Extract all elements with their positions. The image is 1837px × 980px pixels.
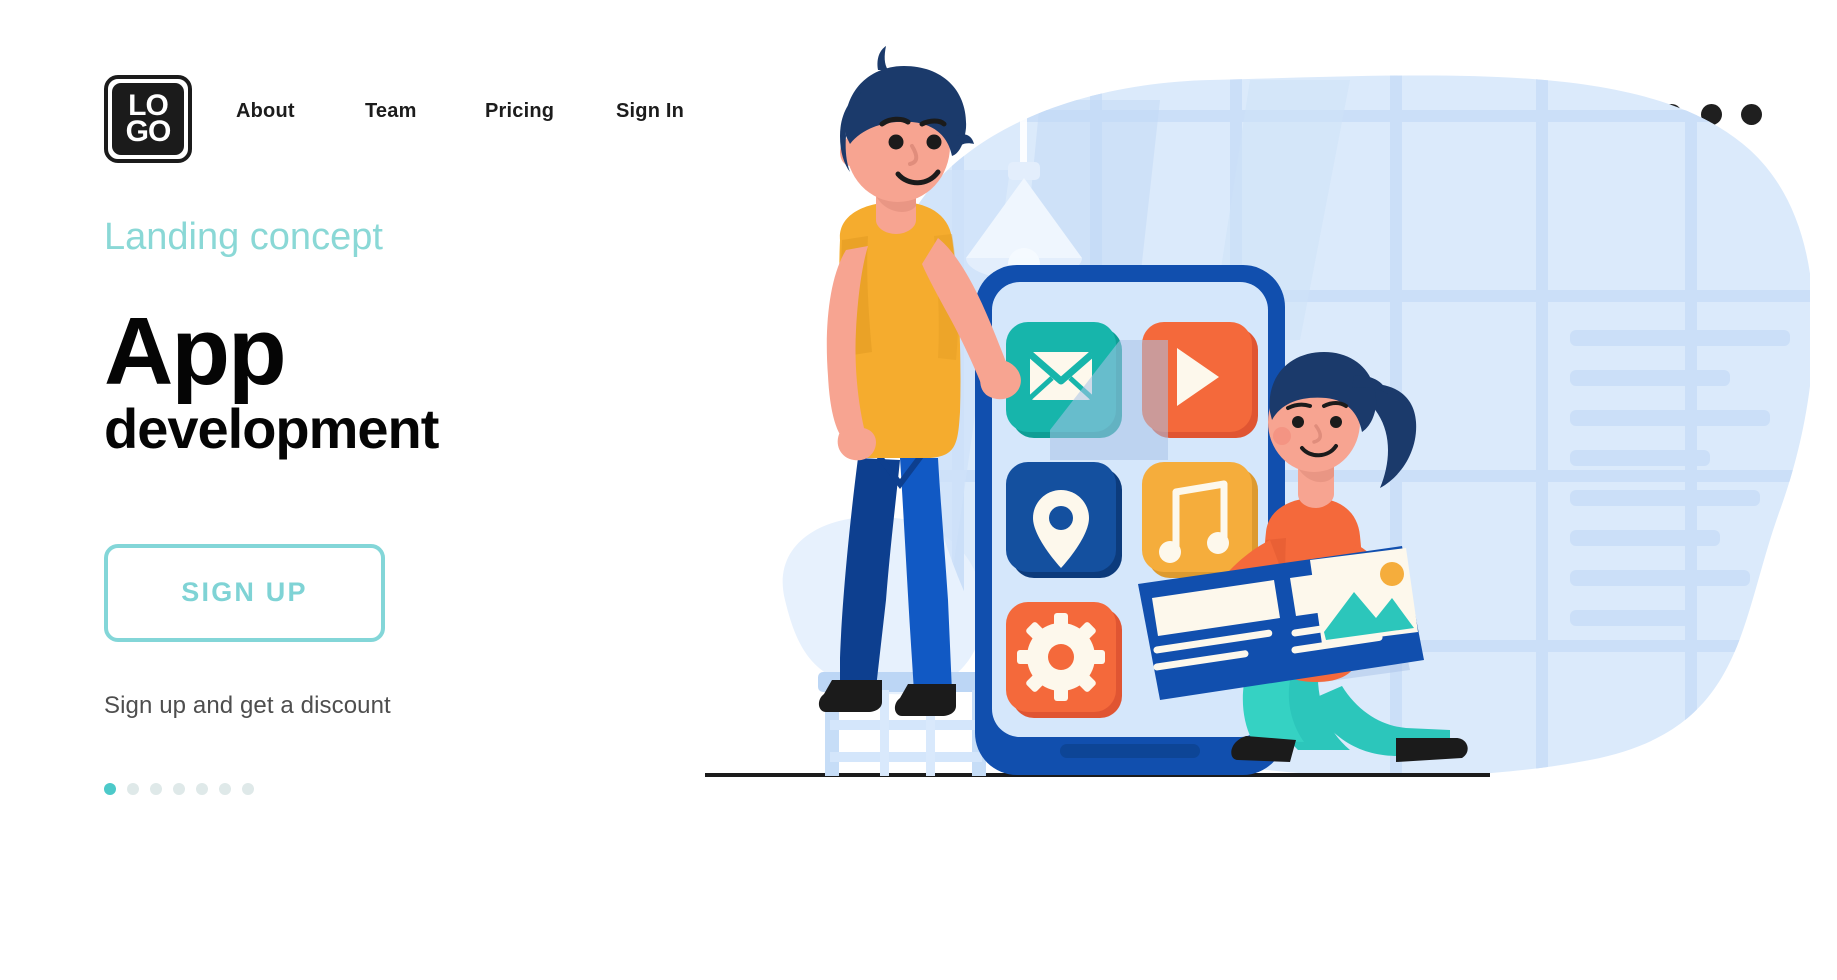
sign-up-note: Sign up and get a discount — [104, 691, 391, 719]
carousel-dot-7[interactable] — [242, 782, 254, 795]
app-development-illustration — [690, 40, 1810, 840]
carousel-dot-6[interactable] — [219, 782, 231, 795]
page-subtitle: development — [104, 396, 439, 460]
nav-item-about[interactable]: About — [236, 100, 365, 123]
settings-gear-app-icon — [1006, 602, 1122, 718]
logo-line-2: GO — [125, 115, 172, 148]
location-app-icon — [1006, 462, 1122, 578]
carousel-dot-4[interactable] — [173, 782, 185, 795]
logo-inner: LO GO — [112, 83, 184, 155]
carousel-dot-3[interactable] — [150, 782, 162, 795]
carousel-dot-1[interactable] — [104, 782, 116, 795]
sign-up-button-label: SIGN UP — [181, 577, 308, 608]
nav-item-pricing[interactable]: Pricing — [485, 100, 616, 123]
carousel-dots — [104, 782, 744, 795]
logo[interactable]: LO GO — [104, 75, 192, 163]
main-navigation: About Team Pricing Sign In — [236, 100, 736, 123]
card-image-thumb — [1310, 548, 1418, 644]
sign-up-button[interactable]: SIGN UP — [104, 543, 385, 642]
carousel-dot-5[interactable] — [196, 782, 208, 795]
carousel-dot-2[interactable] — [127, 782, 139, 795]
hero-content: Landing concept App development SIGN UP … — [104, 215, 744, 795]
page-title: App — [104, 297, 287, 405]
nav-item-team[interactable]: Team — [365, 100, 485, 123]
hero-eyebrow: Landing concept — [104, 216, 383, 258]
